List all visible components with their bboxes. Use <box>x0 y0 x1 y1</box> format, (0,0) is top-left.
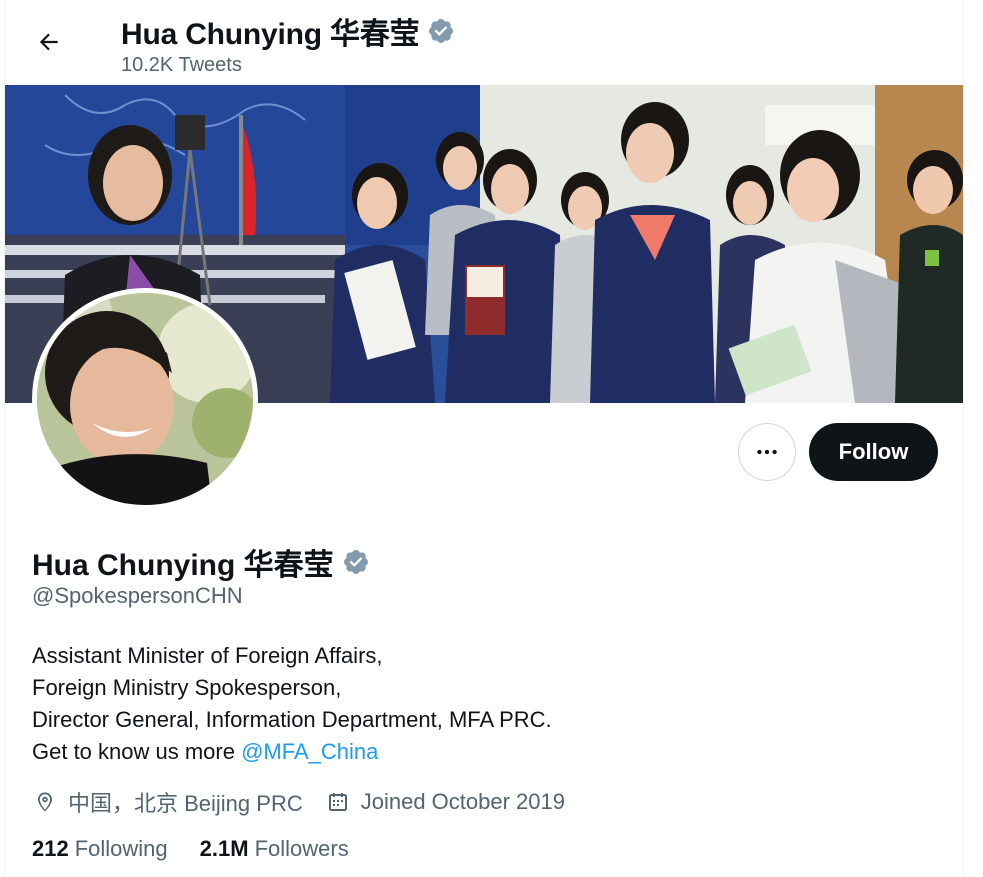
header-name: Hua Chunying 华春莹 <box>121 18 420 51</box>
profile-avatar[interactable] <box>32 288 258 510</box>
bio-line: Get to know us more @MFA_China <box>32 736 732 768</box>
tweet-count: 10.2K Tweets <box>121 54 242 76</box>
profile-meta: 中国，北京 Beijing PRC Joined October 2019 <box>32 786 587 818</box>
verified-badge-icon[interactable] <box>342 548 370 576</box>
location-item: 中国，北京 Beijing PRC <box>32 786 303 818</box>
profile-name: Hua Chunying 华春莹 <box>32 549 334 582</box>
bio-line: Foreign Ministry Spokesperson, <box>32 675 342 700</box>
joined-item: Joined October 2019 <box>325 789 565 815</box>
bio-line: Director General, Information Department… <box>32 707 552 732</box>
avatar-photo <box>37 293 253 505</box>
more-dots-icon <box>757 449 777 455</box>
following-count: 212 <box>32 836 69 861</box>
more-options-button[interactable] <box>738 423 796 481</box>
location-text: 中国，北京 Beijing PRC <box>68 791 303 816</box>
bio-line: Assistant Minister of Foreign Affairs, <box>32 643 383 668</box>
profile-name-row: Hua Chunying 华春莹 <box>32 540 370 584</box>
calendar-icon <box>325 789 351 815</box>
header-title: Hua Chunying 华春莹 <box>121 9 455 53</box>
joined-text: Joined October 2019 <box>360 789 565 814</box>
profile-handle: @SpokespersonCHN <box>32 583 243 608</box>
following-label: Following <box>74 836 168 861</box>
bio-text: Get to know us more <box>32 739 242 764</box>
followers-link[interactable]: 2.1M Followers <box>200 836 349 862</box>
profile-stats: 212 Following 2.1M Followers <box>32 836 381 862</box>
following-link[interactable]: 212 Following <box>32 836 168 862</box>
followers-label: Followers <box>254 836 349 861</box>
mention-link[interactable]: @MFA_China <box>241 739 378 764</box>
profile-header-bar: Hua Chunying 华春莹 10.2K Tweets <box>5 0 963 84</box>
profile-column: Hua Chunying 华春莹 10.2K Tweets Follow Hua… <box>4 0 964 877</box>
verified-badge-icon <box>429 19 454 43</box>
followers-count: 2.1M <box>199 836 249 861</box>
profile-bio: Assistant Minister of Foreign Affairs, F… <box>32 640 732 768</box>
arrow-left-icon <box>39 33 58 51</box>
location-pin-icon <box>32 789 58 815</box>
follow-button[interactable]: Follow <box>809 423 938 481</box>
back-button[interactable] <box>29 22 69 62</box>
